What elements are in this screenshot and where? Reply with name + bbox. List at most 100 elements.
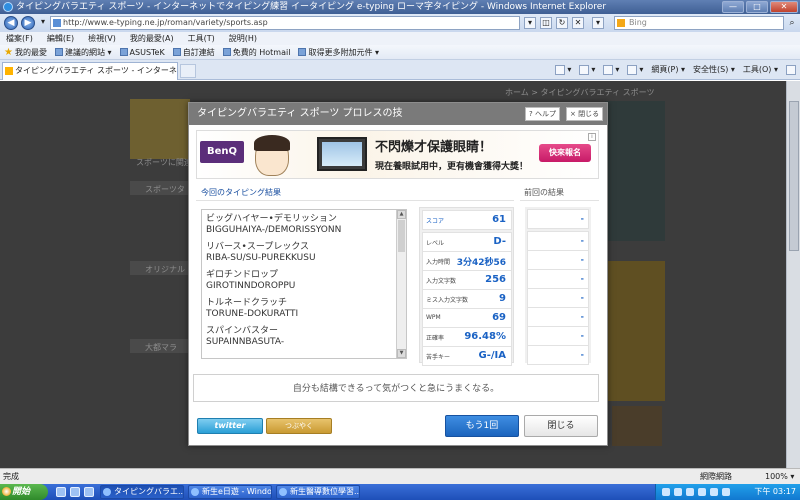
- feeds-button[interactable]: ▾: [579, 63, 595, 77]
- menu-file[interactable]: 檔案(F): [6, 32, 33, 45]
- scrollbar-thumb[interactable]: [398, 220, 405, 252]
- history-dropdown-icon[interactable]: ▾: [37, 17, 49, 29]
- search-input[interactable]: Bing: [614, 16, 784, 30]
- task-ie-typing[interactable]: タイピングバラエ...: [100, 485, 184, 499]
- scroll-down-icon[interactable]: ▼: [397, 349, 406, 358]
- tools-menu[interactable]: 工具(O) ▾: [743, 63, 778, 77]
- scroll-up-icon[interactable]: ▲: [397, 210, 406, 219]
- benq-logo: BenQ: [200, 141, 244, 163]
- quicklaunch-ie-icon[interactable]: [56, 487, 66, 497]
- help-button[interactable]: ? ヘルプ: [525, 107, 560, 121]
- stat-label: ミス入力文字数: [426, 297, 469, 304]
- list-item: トルネードクラッチ TORUNE-DOKURATTI: [202, 298, 398, 320]
- tray-language-icon[interactable]: [710, 488, 718, 496]
- fav-suggested-sites[interactable]: 建議的網站 ▾: [54, 45, 112, 59]
- search-placeholder: Bing: [629, 18, 647, 27]
- dialog-close-button[interactable]: × 閉じる: [566, 107, 604, 121]
- list-item: ギロチンドロップ GIROTINNDOROPPU: [202, 270, 398, 292]
- fav-addons[interactable]: 取得更多附加元件 ▾: [298, 45, 379, 59]
- back-button[interactable]: ◀: [4, 16, 18, 30]
- menu-edit[interactable]: 編輯(E): [47, 32, 74, 45]
- word-list-scrollbar[interactable]: ▲ ▼: [396, 210, 406, 358]
- breadcrumb[interactable]: ホーム > タイピングバラエティ スポーツ: [505, 87, 654, 98]
- task-ie-window-3[interactable]: 新生醫導數位學習...: [276, 485, 360, 499]
- prev-value: -: [580, 293, 584, 302]
- stat-score: スコア 61: [422, 210, 512, 230]
- ad-subtext: 現在養眼試用中，更有機會獲得大獎！: [375, 162, 529, 172]
- home-button[interactable]: ▾: [555, 63, 571, 77]
- maximize-button[interactable]: □: [746, 1, 768, 13]
- ie-icon: [191, 488, 199, 496]
- quicklaunch-media-icon[interactable]: [84, 487, 94, 497]
- ad-info-icon[interactable]: i: [588, 133, 596, 141]
- typed-words-list[interactable]: ビッグハイヤー•デモリッション BIGGUHAIYA-/DEMORISSYONN…: [201, 209, 407, 359]
- menu-tools[interactable]: 工具(T): [188, 32, 215, 45]
- prev-value: -: [580, 274, 584, 283]
- tray-security-icon[interactable]: [686, 488, 694, 496]
- page-scrollbar[interactable]: [786, 81, 800, 468]
- zoom-level[interactable]: 100% ▾: [765, 469, 794, 484]
- page-icon: [119, 48, 128, 56]
- clock[interactable]: 下午 03:17: [754, 484, 796, 500]
- help-button[interactable]: [786, 63, 796, 77]
- twitter-button[interactable]: twitter: [197, 418, 263, 434]
- menu-help[interactable]: 說明(H): [229, 32, 257, 45]
- retry-button[interactable]: もう1回: [445, 415, 519, 437]
- compatibility-icon[interactable]: ▾: [524, 17, 536, 29]
- task-ie-window-2[interactable]: 新生e日遊 - Windows...: [188, 485, 272, 499]
- prev-value: -: [580, 236, 584, 245]
- search-icon[interactable]: ⌕: [786, 17, 798, 29]
- fav-hotmail[interactable]: 免費的 Hotmail: [222, 45, 290, 59]
- tray-update-icon[interactable]: [722, 488, 730, 496]
- word-japanese: ビッグハイヤー•デモリッション: [206, 214, 337, 224]
- minimize-button[interactable]: —: [722, 1, 744, 13]
- menu-favorites[interactable]: 我的最愛(A): [130, 32, 174, 45]
- new-tab-button[interactable]: [180, 64, 196, 78]
- tsubuyaku-button[interactable]: つぶやく: [266, 418, 332, 434]
- score-stats: スコア 61 レベル D- 入力時間 3分42秒56 入力文字数 256 ミス入…: [419, 207, 514, 366]
- menu-bar: 檔案(F) 編輯(E) 檢視(V) 我的最愛(A) 工具(T) 說明(H): [0, 32, 800, 45]
- page-icon: [53, 19, 61, 27]
- status-text: 完成: [3, 472, 19, 481]
- windows-taskbar: 開始 タイピングバラエ... 新生e日遊 - Windows... 新生醫導數位…: [0, 484, 800, 500]
- stat-weak-keys: 苦手キー G-/IA: [422, 346, 512, 366]
- mail-button[interactable]: ▾: [603, 63, 619, 77]
- stat-label: 入力文字数: [426, 278, 457, 285]
- tab-typing-variety[interactable]: タイピングバラエティ スポーツ - インターネ...: [2, 62, 178, 80]
- print-button[interactable]: ▾: [627, 63, 643, 77]
- stop-icon[interactable]: ✕: [572, 17, 584, 29]
- close-button[interactable]: 閉じる: [524, 415, 598, 437]
- stat-label: スコア: [426, 218, 445, 225]
- url-text: http://www.e-typing.ne.jp/roman/variety/…: [63, 18, 268, 27]
- forward-button[interactable]: ▶: [21, 16, 35, 30]
- prev-accuracy: -: [527, 326, 589, 346]
- window-close-button[interactable]: ✕: [770, 1, 798, 13]
- tray-network-icon[interactable]: [662, 488, 670, 496]
- tray-volume-icon[interactable]: [674, 488, 682, 496]
- start-button[interactable]: 開始: [0, 484, 48, 500]
- favorites-button[interactable]: ★ 我的最愛: [4, 45, 47, 59]
- search-provider-icon[interactable]: ▾: [592, 17, 604, 29]
- favorites-label: 我的最愛: [14, 47, 47, 57]
- ad-girl-illustration: [254, 135, 290, 176]
- status-bar: 完成 網際網路 100% ▾: [0, 468, 800, 484]
- page-menu[interactable]: 網頁(P) ▾: [651, 63, 685, 77]
- scrollbar-thumb[interactable]: [789, 101, 799, 251]
- tray-app-icon[interactable]: [698, 488, 706, 496]
- refresh-icon[interactable]: ↻: [556, 17, 568, 29]
- word-romaji: TORUNE-DOKURATTI: [206, 309, 299, 319]
- task-label: 新生醫導數位學習...: [290, 487, 360, 496]
- compat-view-icon[interactable]: ◫: [540, 17, 552, 29]
- ad-signup-button[interactable]: 快來報名: [539, 144, 591, 162]
- stat-label: 入力時間: [426, 259, 451, 266]
- menu-view[interactable]: 檢視(V): [88, 32, 116, 45]
- quicklaunch-desktop-icon[interactable]: [70, 487, 80, 497]
- list-item: スパインバスター SUPAINNBASUTA-: [202, 326, 398, 348]
- safety-menu[interactable]: 安全性(S) ▾: [693, 63, 735, 77]
- ad-banner[interactable]: BenQ 不閃爍才保護眼睛！ 現在養眼試用中，更有機會獲得大獎！ 快來報名 i: [196, 130, 599, 179]
- fav-custom-links[interactable]: 自訂連結: [172, 45, 215, 59]
- page-icon: [172, 48, 181, 56]
- security-zone[interactable]: 網際網路: [700, 469, 732, 484]
- fav-asustek[interactable]: ASUSTeK: [119, 45, 165, 59]
- address-bar[interactable]: http://www.e-typing.ne.jp/roman/variety/…: [50, 16, 520, 30]
